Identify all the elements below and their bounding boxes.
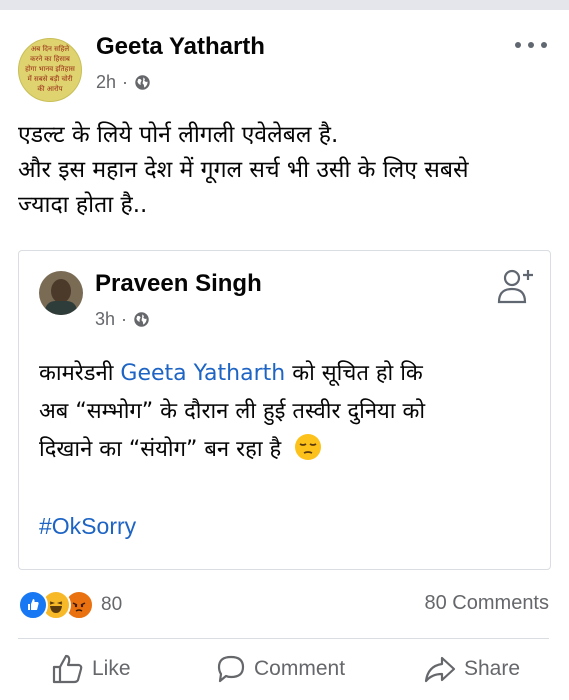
shared-author-name[interactable]: Praveen Singh bbox=[95, 270, 262, 298]
post-text-line: ज्यादा होता है.. bbox=[18, 192, 148, 218]
shared-post-time[interactable]: 3h bbox=[95, 309, 115, 330]
share-icon bbox=[424, 656, 456, 683]
dot-separator: · bbox=[122, 72, 129, 92]
globe-icon bbox=[135, 75, 150, 90]
pensive-emoji-icon bbox=[295, 434, 322, 460]
like-reaction-icon bbox=[18, 590, 48, 620]
shared-post-meta: 3h · bbox=[95, 309, 150, 330]
more-icon bbox=[515, 42, 521, 48]
like-label: Like bbox=[92, 657, 131, 680]
post-body: एडल्ट के लिये पोर्न लीगली एवेलेबल है. और… bbox=[18, 118, 553, 223]
hashtag-link[interactable]: #OkSorry bbox=[39, 513, 136, 540]
comment-icon bbox=[217, 655, 245, 683]
comment-button[interactable]: Comment bbox=[216, 654, 345, 684]
mention-link[interactable]: Geeta Yatharth bbox=[120, 361, 285, 386]
reactions-summary[interactable]: 80 bbox=[18, 590, 122, 620]
thumbs-up-icon bbox=[52, 654, 83, 684]
post-text-line: और इस महान देश में गूगल सर्च भी उसी के ल… bbox=[18, 157, 469, 183]
share-button[interactable]: Share bbox=[424, 654, 520, 684]
author-avatar[interactable]: अब दिन सहिले करने का हिसाब होगा भानव इति… bbox=[18, 38, 82, 102]
add-friend-icon[interactable] bbox=[496, 267, 536, 305]
post-text-line: एडल्ट के लिये पोर्न लीगली एवेलेबल है. bbox=[18, 122, 339, 148]
post-author-name[interactable]: Geeta Yatharth bbox=[96, 33, 265, 61]
comment-label: Comment bbox=[254, 657, 346, 680]
reaction-count: 80 bbox=[101, 594, 123, 615]
shared-post-card[interactable]: Praveen Singh 3h · कामरेडनी Geeta Yathar… bbox=[18, 250, 551, 570]
dot-separator: · bbox=[121, 309, 128, 329]
post-meta: 2h · bbox=[96, 72, 151, 93]
shared-author-avatar[interactable] bbox=[39, 271, 83, 315]
top-bar bbox=[0, 0, 569, 10]
globe-icon bbox=[134, 312, 149, 327]
post-time[interactable]: 2h bbox=[96, 72, 116, 93]
more-options-button[interactable] bbox=[515, 36, 547, 54]
divider bbox=[18, 638, 549, 639]
comments-count-link[interactable]: 80 Comments bbox=[425, 592, 550, 615]
like-button[interactable]: Like bbox=[52, 654, 131, 684]
share-label: Share bbox=[464, 657, 521, 680]
shared-post-body: कामरेडनी Geeta Yatharth को सूचित हो कि अ… bbox=[39, 361, 426, 462]
action-bar: Like Comment Share bbox=[0, 654, 569, 698]
